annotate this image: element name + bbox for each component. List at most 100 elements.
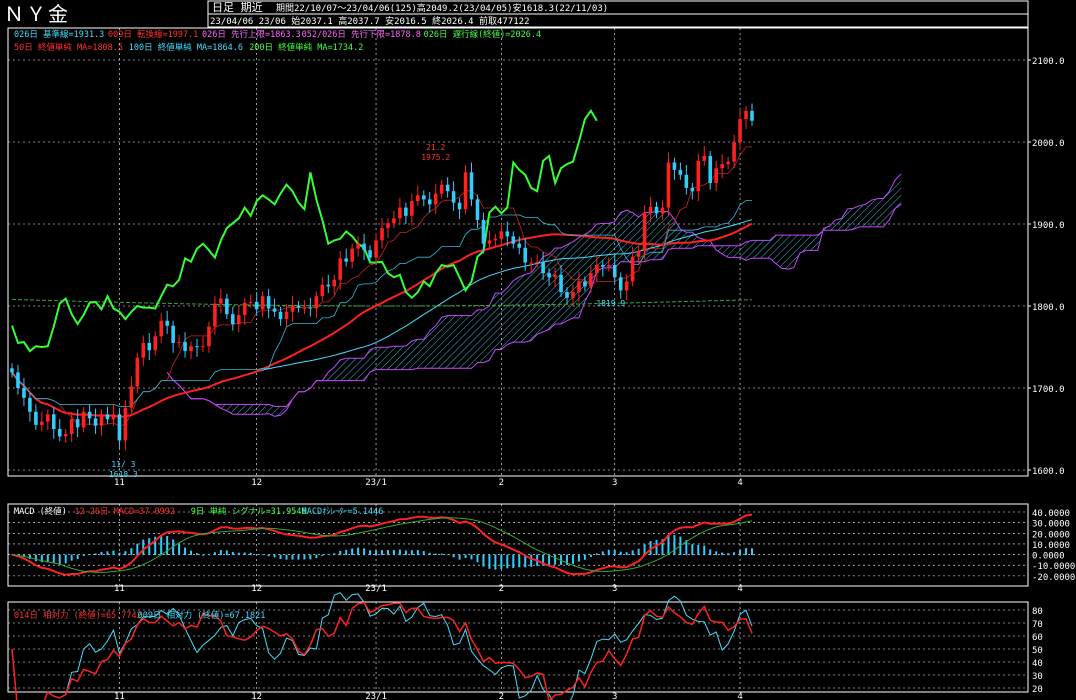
y-tick-label: 0.0000 (1032, 552, 1065, 562)
candle-body (219, 298, 223, 304)
candle-body (630, 256, 635, 282)
candle-body (248, 301, 253, 303)
candle-body (135, 357, 140, 387)
macd-histogram-bar (297, 554, 300, 560)
candle-body (165, 320, 169, 326)
candle-body (117, 414, 122, 441)
macd-histogram-bar (375, 550, 378, 556)
candle-body (726, 161, 730, 165)
candle-body (481, 219, 486, 244)
macd-histogram-bar (667, 535, 670, 556)
candle-body (398, 207, 402, 219)
x-tick-label: 3 (612, 478, 617, 488)
candle-body (666, 162, 671, 208)
macd-histogram-bar (279, 554, 282, 560)
candle-body (362, 243, 366, 251)
macd-histogram-bar (607, 549, 610, 556)
candle-body (565, 292, 569, 298)
candle-body (433, 193, 438, 205)
candle-body (410, 201, 414, 216)
candle-body (183, 342, 187, 352)
macd-histogram-bar (219, 550, 222, 556)
macd-histogram-bar (595, 553, 598, 556)
macd-histogram-bar (309, 554, 312, 560)
candle-body (577, 281, 581, 293)
macd-histogram-bar (100, 551, 103, 556)
candle-body (517, 243, 522, 248)
y-tick-label: 70 (1032, 620, 1043, 630)
candle-body (511, 236, 516, 244)
panel-frame (7, 27, 1029, 477)
candle-body (159, 320, 163, 337)
candle-body (720, 164, 724, 169)
candle-body (278, 311, 283, 320)
macd-histogram-bar (512, 554, 515, 569)
candle-body (445, 184, 450, 192)
macd-histogram-bar (184, 547, 187, 556)
macd-histogram-bar (548, 554, 551, 566)
rsi9-line (11, 592, 753, 700)
x-tick-label: 12 (251, 692, 262, 700)
macd-histogram-bar (494, 554, 497, 570)
candle-body (99, 414, 104, 426)
macd-histogram-bar (136, 543, 139, 556)
macd-histogram-bar (464, 554, 467, 558)
peak-annotation: 21.2 (426, 143, 445, 152)
peak-value-annotation: 1975.2 (421, 153, 450, 162)
legend-item: 200日 終値単純 MA=1734.2 (249, 42, 363, 53)
x-tick-label: 4 (737, 692, 742, 700)
candle-body (427, 199, 432, 205)
x-tick-label: 2 (499, 478, 504, 488)
candle-body (34, 411, 38, 425)
candle-body (51, 414, 56, 429)
candle-body (672, 162, 677, 170)
candle-body (708, 155, 713, 183)
low-value-annotation: 1618.3 (109, 470, 138, 479)
macd-histogram-bar (267, 554, 270, 557)
x-tick-label: 3 (612, 692, 617, 700)
macd-histogram-bar (751, 548, 753, 556)
macd-histogram-bar (458, 554, 461, 560)
candle-body (624, 281, 629, 291)
candle-body (648, 206, 653, 213)
macd-histogram-bar (571, 554, 574, 564)
macd-histogram-bar (739, 549, 742, 556)
macd-histogram-bar (190, 550, 193, 556)
candle-body (463, 172, 468, 210)
macd-histogram-bar (554, 554, 557, 565)
y-tick-label: 1900.0 (1032, 221, 1065, 231)
candle-body (714, 168, 718, 183)
candle-body (69, 419, 74, 434)
candle-body (326, 284, 331, 287)
y-tick-label: 1800.0 (1032, 303, 1065, 313)
candle-body (636, 251, 641, 257)
y-tick-label: 40.0000 (1032, 509, 1070, 519)
macd-histogram-bar (691, 544, 694, 556)
macd-histogram-bar (333, 553, 336, 556)
candle-body (404, 207, 408, 216)
y-tick-label: 2000.0 (1032, 139, 1065, 149)
y-tick-label: 30 (1032, 672, 1043, 682)
candle-body (10, 368, 14, 373)
candle-body (314, 296, 319, 309)
macd-histogram-bar (470, 554, 473, 560)
macd-histogram-bar (303, 554, 306, 560)
macd-histogram-bar (82, 554, 85, 557)
candle-body (523, 247, 528, 263)
y-tick-label: 2100.0 (1032, 57, 1065, 67)
macd-histogram-bar (261, 554, 264, 556)
x-tick-label: 12 (251, 584, 262, 594)
y-tick-label: 1600.0 (1032, 467, 1065, 477)
x-tick-label: 11 (114, 478, 125, 488)
macd-histogram-bar (106, 551, 109, 556)
macd-histogram-bar (142, 539, 145, 556)
candle-body (571, 292, 575, 298)
macd-histogram-bar (697, 544, 700, 556)
y-tick-label: 60 (1032, 633, 1043, 643)
y-tick-label: 40 (1032, 659, 1043, 669)
x-tick-label: 23/1 (365, 478, 387, 488)
macd-histogram-bar (237, 552, 240, 556)
candle-body (22, 388, 26, 398)
y-tick-label: 10.0000 (1032, 541, 1070, 551)
x-tick-label: 11 (114, 692, 125, 700)
